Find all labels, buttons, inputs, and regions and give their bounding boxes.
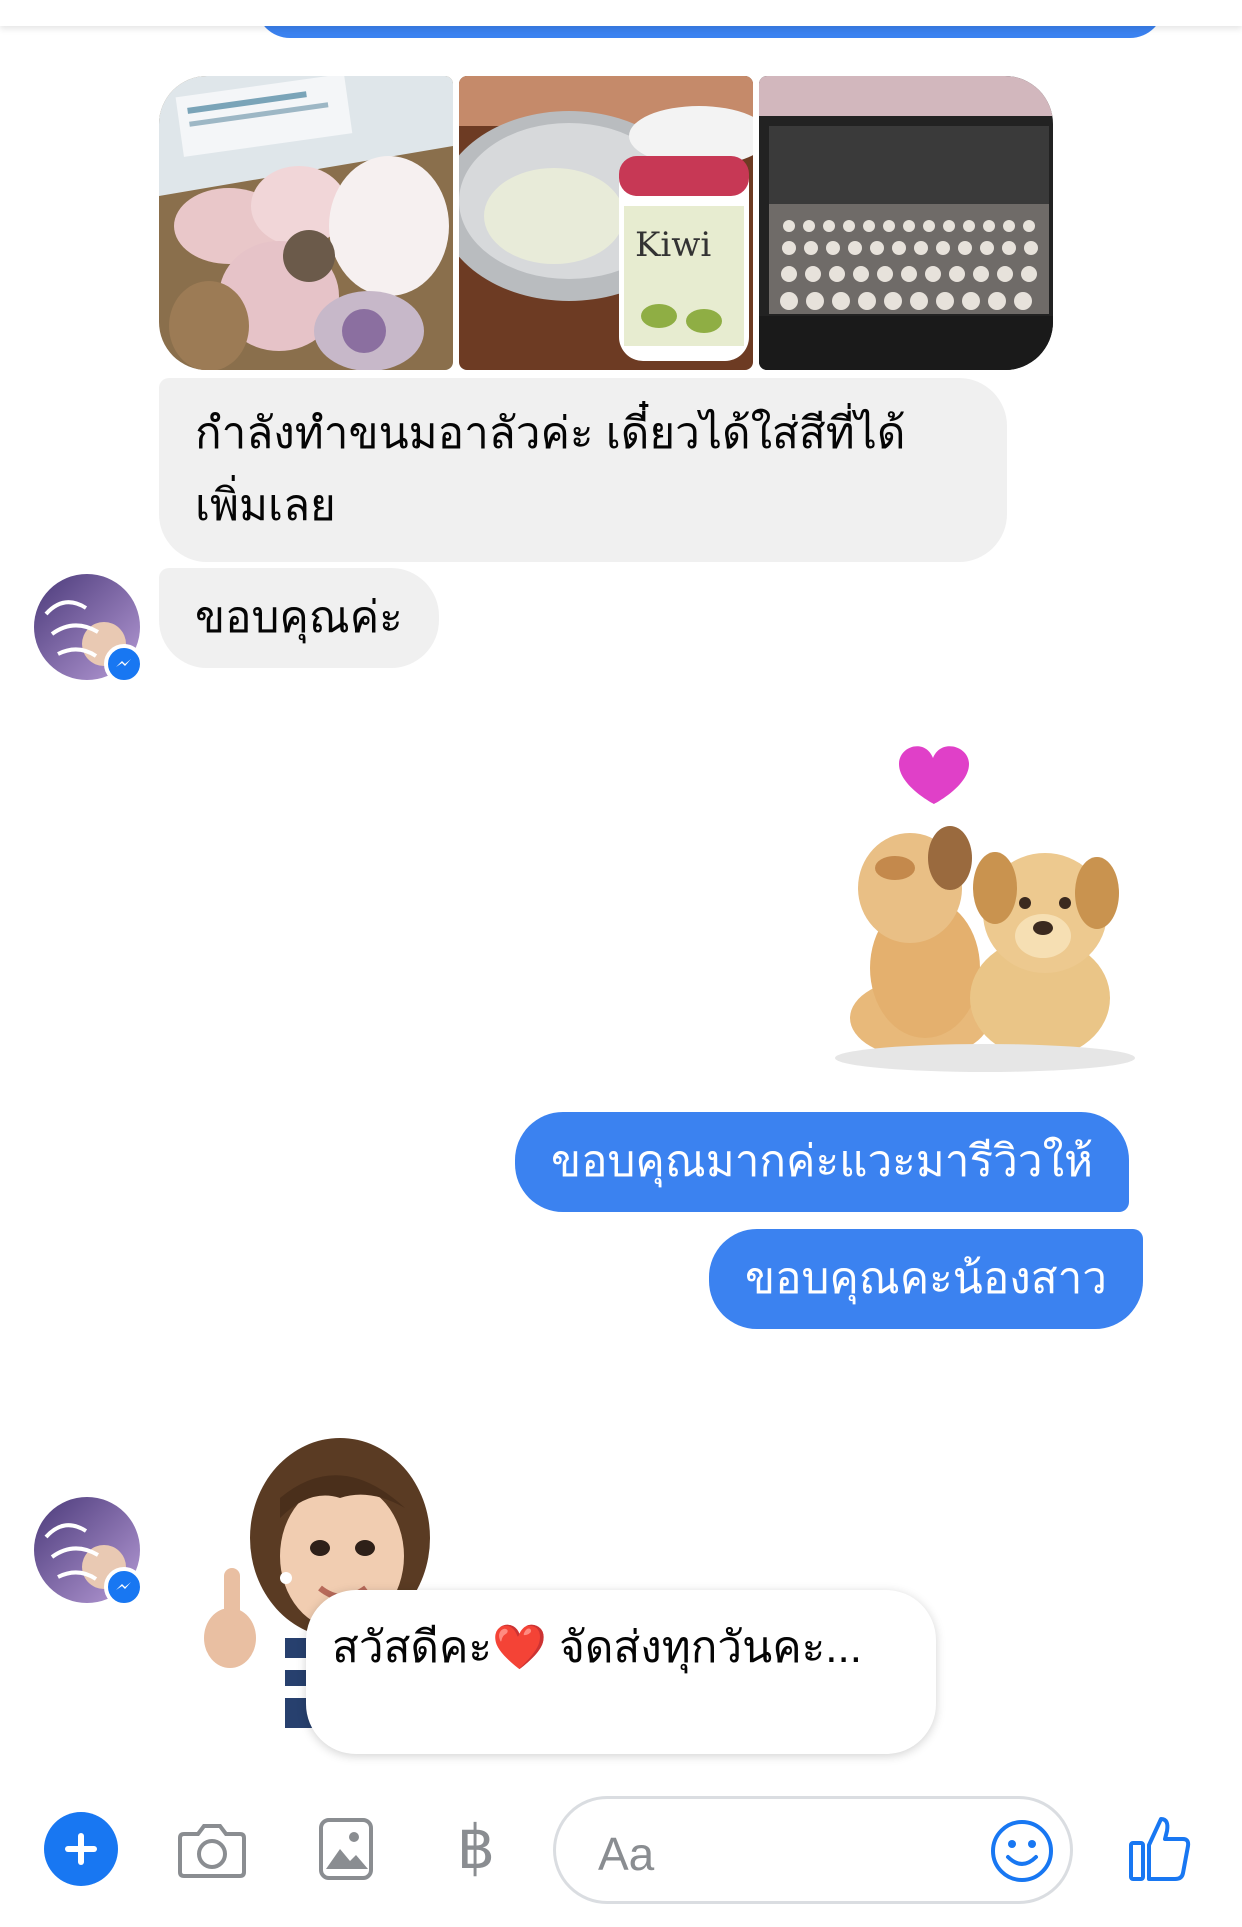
message-input-placeholder: Aa [598, 1828, 655, 1880]
messenger-badge-icon [104, 644, 144, 684]
svg-text:Kiwi: Kiwi [635, 225, 711, 265]
gallery-icon[interactable] [316, 1812, 376, 1886]
contact-avatar[interactable] [34, 574, 144, 684]
emoji-icon[interactable] [988, 1817, 1056, 1885]
dogs-kissing-sticker[interactable] [835, 738, 1145, 1078]
photo-attachment-group[interactable]: Kiwi [159, 76, 1053, 370]
contact-avatar[interactable] [34, 1497, 144, 1607]
thumbs-up-icon[interactable] [1124, 1808, 1196, 1888]
header-edge [0, 0, 1242, 26]
message-input[interactable]: Aa [553, 1796, 1073, 1904]
photo-mixing-bowl-kiwi[interactable]: Kiwi [459, 76, 753, 370]
plus-icon[interactable] [44, 1812, 118, 1886]
camera-icon[interactable] [176, 1814, 248, 1886]
outgoing-message[interactable]: ขอบคุณคะน้องสาว [709, 1229, 1144, 1329]
baht-icon[interactable]: ฿ [448, 1808, 504, 1888]
incoming-message[interactable]: ขอบคุณค่ะ [159, 568, 439, 668]
photo-packaged-fruit[interactable] [159, 76, 453, 370]
sticker-caption-card[interactable]: สวัสดีคะ❤️ จัดส่งทุกวันคะ... [306, 1590, 936, 1754]
incoming-message[interactable]: กำลังทำขนมอาลัวค่ะ เดี๋ยวได้ใส่สีที่ได้เ… [159, 378, 1007, 562]
photo-oven-tray[interactable] [759, 76, 1053, 370]
messenger-badge-icon [104, 1567, 144, 1607]
outgoing-message[interactable]: ขอบคุณมากค่ะแวะมารีวิวให้ [515, 1112, 1130, 1212]
sticker-caption-text: สวัสดีคะ❤️ จัดส่งทุกวันคะ... [332, 1623, 862, 1672]
